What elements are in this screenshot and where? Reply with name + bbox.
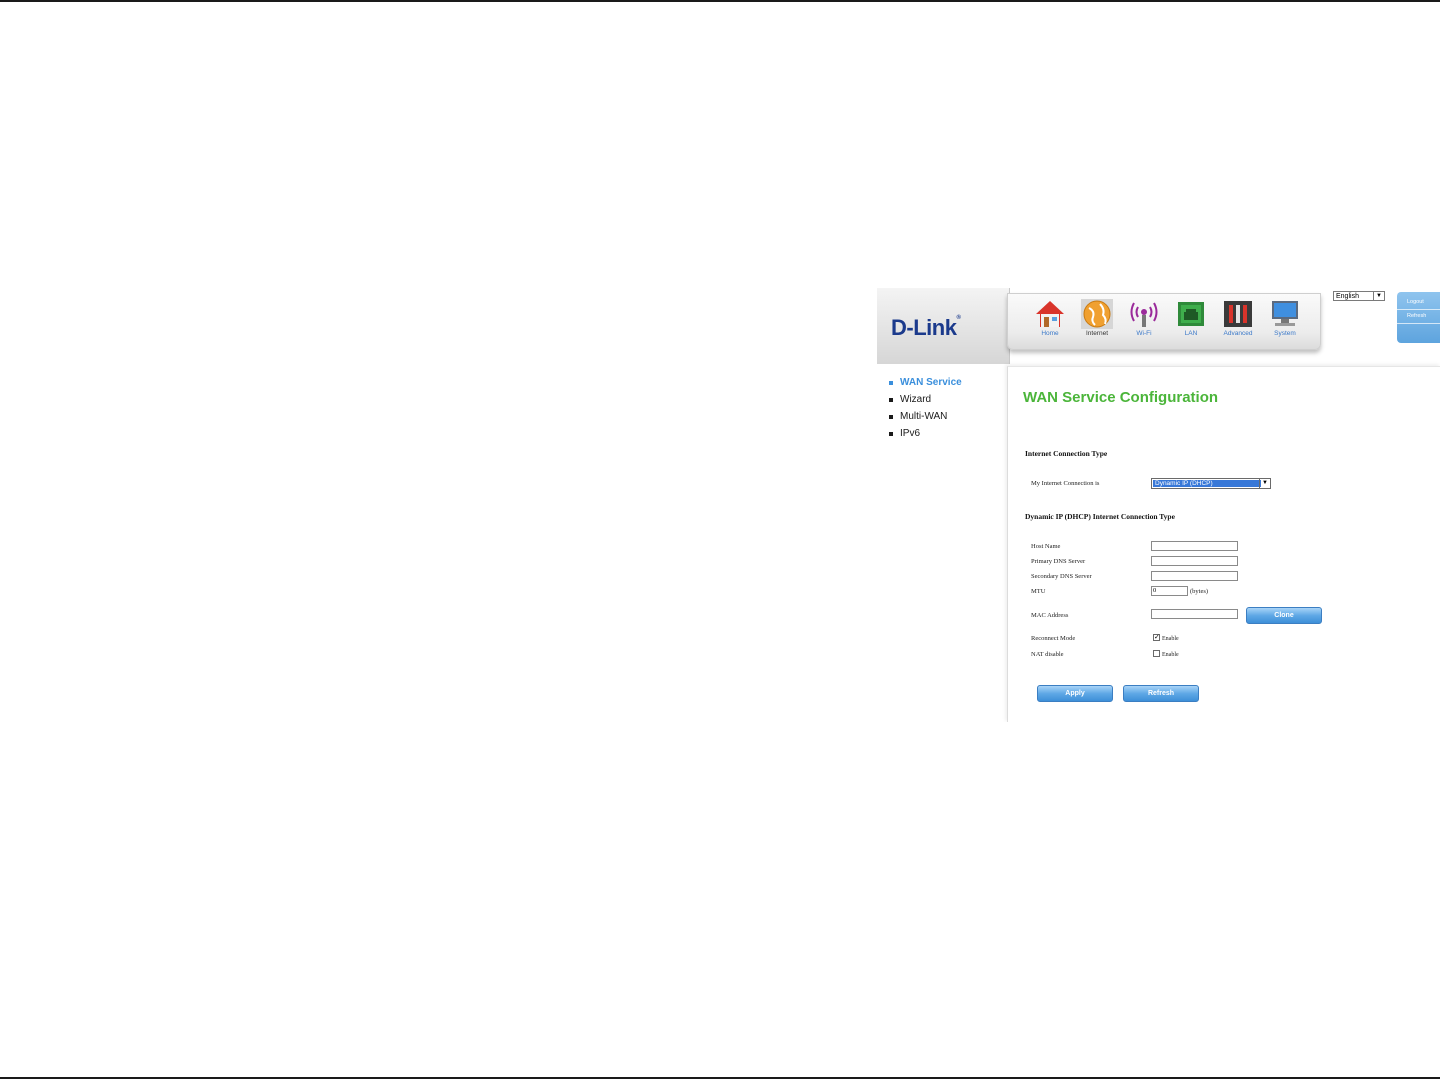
reconnect-enable-label: Enable xyxy=(1162,636,1179,642)
apply-button[interactable]: Apply xyxy=(1037,685,1113,702)
host-name-input[interactable] xyxy=(1151,541,1238,551)
sidebar-item-wan-service[interactable]: WAN Service xyxy=(889,374,962,391)
brand-header: D-Link® xyxy=(877,288,1010,364)
refresh-link[interactable]: Refresh xyxy=(1397,310,1440,324)
connection-type-select[interactable]: Dynamic IP (DHCP) ▼ xyxy=(1151,478,1271,489)
nav-system[interactable]: System xyxy=(1262,296,1308,346)
reconnect-mode-label: Reconnect Mode xyxy=(1031,635,1076,642)
nav-wifi[interactable]: Wi-Fi xyxy=(1121,296,1167,346)
mac-address-label: MAC Address xyxy=(1031,612,1069,619)
globe-icon xyxy=(1081,299,1113,329)
nav-internet[interactable]: Internet xyxy=(1074,296,1120,346)
top-nav-bar: Home Internet Wi-Fi LAN Advanced System xyxy=(1007,293,1321,350)
mtu-input[interactable]: 0 xyxy=(1151,586,1188,596)
wifi-icon xyxy=(1130,302,1158,327)
bottom-border-line xyxy=(0,1077,1440,1079)
nav-advanced[interactable]: Advanced xyxy=(1215,296,1261,346)
host-name-label: Host Name xyxy=(1031,543,1061,550)
mtu-label: MTU xyxy=(1031,588,1046,595)
bullet-icon xyxy=(889,381,893,385)
sidebar-item-ipv6[interactable]: IPv6 xyxy=(889,425,962,442)
home-icon xyxy=(1036,301,1064,327)
sidebar-menu: WAN Service Wizard Multi-WAN IPv6 xyxy=(889,374,962,442)
language-select[interactable]: English ▼ xyxy=(1333,291,1385,301)
bullet-icon xyxy=(889,415,893,419)
secondary-dns-label: Secondary DNS Server xyxy=(1031,573,1092,580)
tools-icon xyxy=(1224,301,1252,327)
page-title: WAN Service Configuration xyxy=(1023,389,1219,406)
router-admin-window: D-Link® Home Internet Wi-Fi LAN Advanced… xyxy=(877,280,1440,722)
chevron-down-icon: ▼ xyxy=(1373,292,1384,300)
dlink-logo: D-Link® xyxy=(891,315,961,340)
quick-links-panel: Logout Refresh xyxy=(1397,292,1440,343)
bullet-icon xyxy=(889,398,893,402)
primary-dns-input[interactable] xyxy=(1151,556,1238,566)
clone-button[interactable]: Clone xyxy=(1246,607,1322,624)
top-border-line xyxy=(0,0,1440,2)
logout-link[interactable]: Logout xyxy=(1397,296,1440,310)
mac-address-input[interactable] xyxy=(1151,609,1238,619)
section-heading-dhcp: Dynamic IP (DHCP) Internet Connection Ty… xyxy=(1025,512,1175,521)
monitor-icon xyxy=(1272,301,1298,326)
sidebar-item-wizard[interactable]: Wizard xyxy=(889,391,962,408)
nat-enable-label: Enable xyxy=(1162,652,1179,658)
nat-disable-label: NAT disable xyxy=(1031,651,1064,658)
nav-lan[interactable]: LAN xyxy=(1168,296,1214,346)
reconnect-mode-checkbox[interactable]: ✓ xyxy=(1153,634,1160,641)
main-content: WAN Service Configuration Internet Conne… xyxy=(1007,366,1440,722)
chevron-down-icon: ▼ xyxy=(1259,479,1270,488)
primary-dns-label: Primary DNS Server xyxy=(1031,558,1086,565)
refresh-button[interactable]: Refresh xyxy=(1123,685,1199,702)
bullet-icon xyxy=(889,432,893,436)
section-heading-connection-type: Internet Connection Type xyxy=(1025,449,1108,458)
mtu-unit: (bytes) xyxy=(1190,588,1209,595)
secondary-dns-input[interactable] xyxy=(1151,571,1238,581)
nat-disable-checkbox[interactable] xyxy=(1153,650,1160,657)
sidebar-item-multi-wan[interactable]: Multi-WAN xyxy=(889,408,962,425)
lan-icon xyxy=(1178,302,1204,326)
nav-home[interactable]: Home xyxy=(1027,296,1073,346)
connection-type-label: My Internet Connection is xyxy=(1031,480,1100,487)
